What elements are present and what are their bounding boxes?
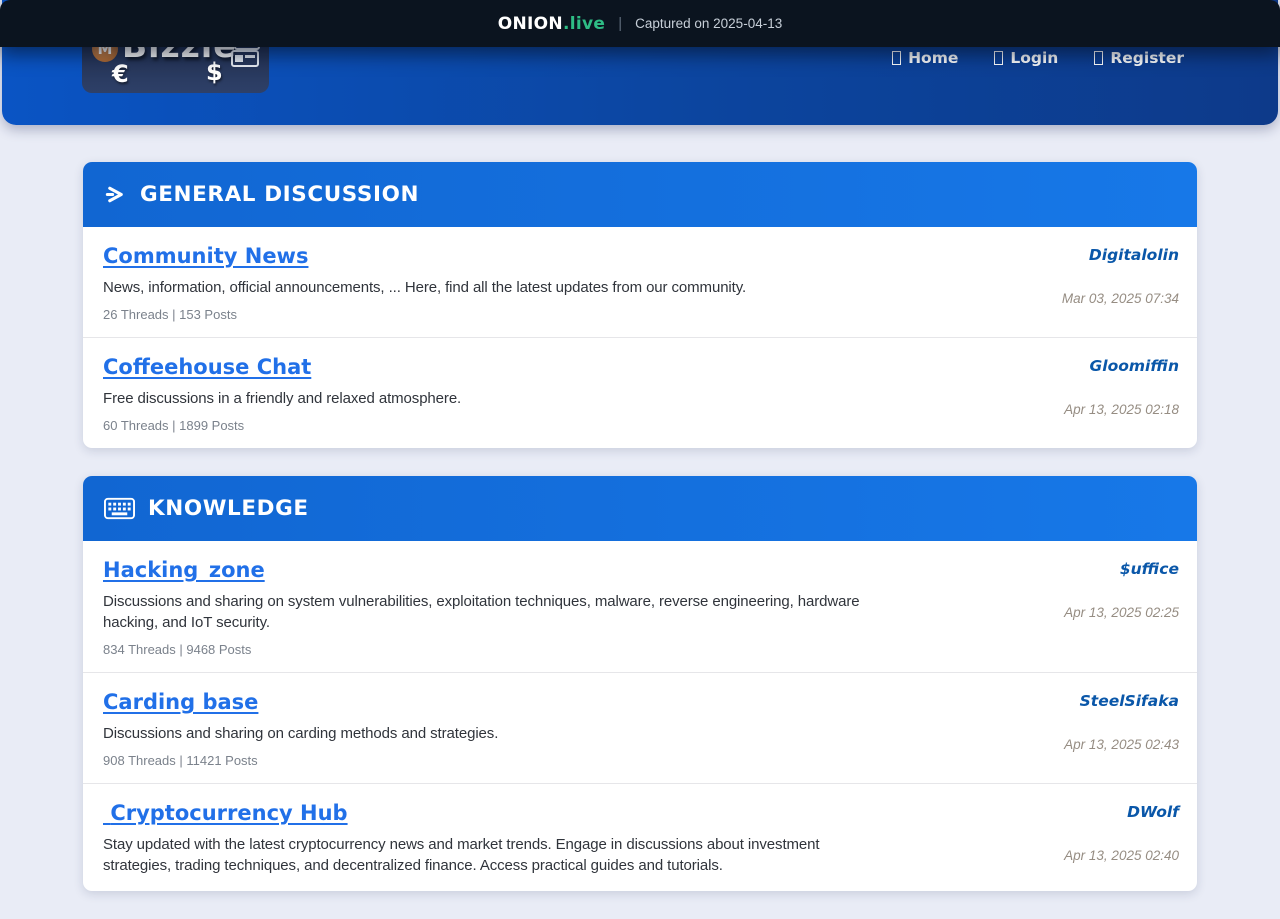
last-post-user[interactable]: SteelSifaka <box>1080 692 1179 710</box>
brand-primary: ONION <box>498 14 563 34</box>
section-card: KNOWLEDGE Hacking_zone Discussions and sha… <box>83 476 1197 891</box>
forum-link[interactable]: Cryptocurrency Hub <box>103 801 348 825</box>
nav-login-label: Login <box>1010 49 1058 67</box>
capture-separator: | <box>618 15 622 32</box>
nav-register[interactable]: Register <box>1094 49 1184 67</box>
forum-stats: 60 Threads | 1899 Posts <box>103 418 929 433</box>
last-post-date: Apr 13, 2025 02:43 <box>1064 737 1179 752</box>
forum-last-post: Gloomiffin Apr 13, 2025 02:18 <box>929 355 1179 433</box>
keyboard-icon <box>104 497 135 520</box>
forum-last-post: Digitalolin Mar 03, 2025 07:34 <box>929 244 1179 322</box>
forum-main: Cryptocurrency Hub Stay updated with the … <box>103 801 929 876</box>
last-post-user[interactable]: $uffice <box>1120 560 1179 578</box>
euro-symbol: € <box>112 60 129 88</box>
forum-description: News, information, official announcement… <box>103 277 863 298</box>
section-title: GENERAL DISCUSSION <box>140 182 419 207</box>
last-post-user[interactable]: Gloomiffin <box>1090 357 1179 375</box>
forum-row: Hacking_zone Discussions and sharing on s… <box>83 541 1197 672</box>
last-post-user[interactable]: Digitalolin <box>1089 246 1179 264</box>
forum-main: Carding base Discussions and sharing on c… <box>103 690 929 768</box>
nav-home[interactable]: Home <box>892 49 958 67</box>
last-post-user[interactable]: DWolf <box>1127 803 1179 821</box>
dollar-symbol: $ <box>206 58 223 86</box>
right-arrowhead-icon <box>104 183 127 206</box>
nav-login[interactable]: Login <box>994 49 1058 67</box>
forum-description: Free discussions in a friendly and relax… <box>103 388 863 409</box>
forum-last-post: SteelSifaka Apr 13, 2025 02:43 <box>929 690 1179 768</box>
forum-main: Hacking_zone Discussions and sharing on s… <box>103 558 929 657</box>
last-post-date: Mar 03, 2025 07:34 <box>1062 291 1179 306</box>
main-nav: Home Login Register <box>892 47 1184 67</box>
forum-stats: 908 Threads | 11421 Posts <box>103 753 929 768</box>
forum-link[interactable]: Carding base <box>103 690 258 714</box>
forum-link[interactable]: Community News <box>103 244 308 268</box>
forum-main: Coffeehouse Chat Free discussions in a fr… <box>103 355 929 433</box>
forum-last-post: DWolf Apr 13, 2025 02:40 <box>929 801 1179 876</box>
capture-caption: Captured on 2025-04-13 <box>635 16 782 31</box>
last-post-date: Apr 13, 2025 02:40 <box>1064 848 1179 863</box>
forum-description: Discussions and sharing on system vulner… <box>103 591 863 633</box>
onion-live-brand[interactable]: ONION.live <box>498 14 605 34</box>
forum-description: Discussions and sharing on carding metho… <box>103 723 863 744</box>
forum-row: Coffeehouse Chat Free discussions in a fr… <box>83 337 1197 448</box>
section-title: KNOWLEDGE <box>148 496 309 521</box>
nav-home-label: Home <box>908 49 958 67</box>
section-header: GENERAL DISCUSSION <box>83 162 1197 227</box>
forum-link[interactable]: Hacking_zone <box>103 558 265 582</box>
forum-link[interactable]: Coffeehouse Chat <box>103 355 311 379</box>
forum-main: Community News News, information, officia… <box>103 244 929 322</box>
placeholder-glyph-icon <box>892 51 901 65</box>
placeholder-glyph-icon <box>1094 51 1103 65</box>
capture-bar: ONION.live | Captured on 2025-04-13 <box>0 0 1280 47</box>
brand-suffix: .live <box>563 14 605 34</box>
nav-register-label: Register <box>1110 49 1184 67</box>
section-header: KNOWLEDGE <box>83 476 1197 541</box>
section-card: GENERAL DISCUSSION Community News News, in… <box>83 162 1197 448</box>
last-post-date: Apr 13, 2025 02:18 <box>1064 402 1179 417</box>
forum-last-post: $uffice Apr 13, 2025 02:25 <box>929 558 1179 657</box>
forum-stats: 26 Threads | 153 Posts <box>103 307 929 322</box>
forum-description: Stay updated with the latest cryptocurre… <box>103 834 863 876</box>
last-post-date: Apr 13, 2025 02:25 <box>1064 605 1179 620</box>
forum-row: Carding base Discussions and sharing on c… <box>83 672 1197 783</box>
forum-stats: 834 Threads | 9468 Posts <box>103 642 929 657</box>
placeholder-glyph-icon <box>994 51 1003 65</box>
forum-row: Cryptocurrency Hub Stay updated with the … <box>83 783 1197 891</box>
forum-sections: GENERAL DISCUSSION Community News News, in… <box>83 162 1197 919</box>
forum-row: Community News News, information, officia… <box>83 227 1197 337</box>
